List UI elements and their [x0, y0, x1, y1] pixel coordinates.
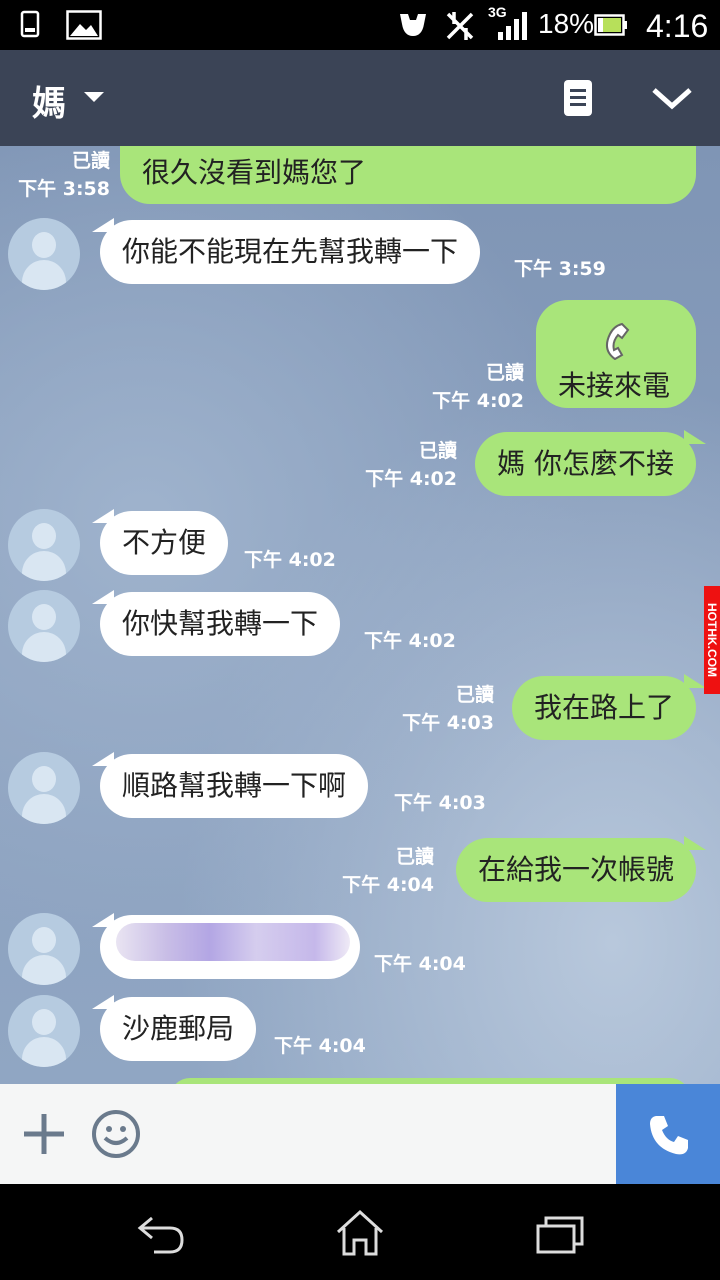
message-in: 不方便 下午 4:02 — [0, 509, 720, 585]
signal-icon — [498, 12, 527, 40]
message-out: 未接來電 已讀 下午 4:02 — [0, 300, 720, 414]
message-time: 下午 4:02 — [432, 390, 524, 412]
back-icon[interactable] — [130, 1208, 190, 1256]
message-out: 很久沒看到媽您了 已讀 下午 3:58 — [0, 146, 720, 216]
collapse-chevron-icon[interactable] — [646, 72, 698, 124]
chevron-down-icon[interactable] — [84, 92, 104, 102]
chat-area[interactable]: 很久沒看到媽您了 已讀 下午 3:58 你能不能現在先幫我轉一下 下午 3:59… — [0, 146, 720, 1084]
message-bubble[interactable]: 媽 你怎麼不接 — [475, 430, 706, 496]
read-receipt: 已讀 — [418, 440, 457, 462]
message-bubble[interactable]: 沙鹿郵局 — [91, 995, 257, 1061]
message-time: 下午 4:02 — [244, 549, 336, 571]
chat-title[interactable]: 媽 — [32, 76, 66, 125]
alarm-icon — [400, 14, 426, 36]
status-bar: 3G 18% 4:16 — [0, 0, 720, 50]
message-time: 下午 4:03 — [394, 792, 486, 814]
message-bubble[interactable]: 在給我一次帳號 — [455, 836, 707, 902]
message-bubble[interactable]: 你能不能現在先幫我轉一下 — [91, 218, 481, 284]
emoji-icon[interactable] — [90, 1108, 142, 1160]
read-receipt: 已讀 — [395, 846, 434, 868]
no-data-icon — [446, 12, 474, 40]
phone-storage-icon — [20, 10, 40, 38]
message-in: 沙鹿郵局 下午 4:04 — [0, 995, 720, 1071]
message-in: 你快幫我轉一下 下午 4:02 — [0, 590, 720, 666]
message-time: 下午 4:03 — [402, 712, 494, 734]
message-bubble[interactable]: 順路幫我轉一下啊 — [91, 752, 369, 818]
message-time: 下午 4:04 — [342, 874, 434, 896]
message-bubble[interactable]: 很久沒看到媽您了 — [120, 146, 696, 204]
call-button[interactable] — [616, 1084, 720, 1184]
message-out: 我在路上了 已讀 下午 4:03 — [0, 674, 720, 744]
message-time: 下午 4:04 — [274, 1035, 366, 1057]
avatar[interactable] — [8, 218, 80, 290]
avatar[interactable] — [8, 913, 80, 985]
message-text: 未接來電 — [558, 369, 671, 402]
clock: 4:16 — [646, 8, 709, 44]
chat-header: 媽 — [0, 50, 720, 146]
missed-call-bubble[interactable]: 未接來電 — [536, 300, 696, 408]
message-time: 下午 4:02 — [365, 468, 457, 490]
input-bar — [0, 1084, 720, 1184]
redaction-blur — [116, 923, 350, 961]
phone-icon — [650, 1116, 688, 1155]
battery-icon — [594, 14, 627, 36]
avatar[interactable] — [8, 509, 80, 581]
recent-apps-icon[interactable] — [530, 1208, 590, 1256]
watermark-badge: HOTHK.COM — [704, 586, 720, 694]
read-receipt: 已讀 — [455, 684, 494, 706]
message-in: 下午 4:04 — [0, 913, 720, 989]
message-bubble[interactable]: 我在路上了 — [511, 674, 707, 740]
image-icon — [66, 10, 102, 40]
message-text: 很久沒看到媽您了 — [142, 156, 367, 189]
message-bubble[interactable]: 不方便 — [91, 509, 229, 575]
read-receipt: 已讀 — [485, 362, 524, 384]
system-nav-bar — [0, 1184, 720, 1280]
avatar[interactable] — [8, 995, 80, 1067]
home-icon[interactable] — [330, 1208, 390, 1256]
plus-icon[interactable] — [20, 1110, 68, 1158]
message-out: 媽 你怎麼不接 已讀 下午 4:02 — [0, 430, 720, 500]
message-out: 在給我一次帳號 已讀 下午 4:04 — [0, 836, 720, 906]
message-in: 你能不能現在先幫我轉一下 下午 3:59 — [0, 218, 720, 294]
message-time: 下午 4:02 — [364, 630, 456, 652]
message-bubble[interactable]: 你快幫我轉一下 — [91, 590, 341, 656]
message-time: 下午 3:58 — [18, 178, 110, 200]
message-time: 下午 3:59 — [514, 258, 606, 280]
avatar[interactable] — [8, 752, 80, 824]
message-time: 下午 4:04 — [374, 953, 466, 975]
notes-icon[interactable] — [552, 72, 604, 124]
message-in: 順路幫我轉一下啊 下午 4:03 — [0, 752, 720, 828]
phone-icon — [605, 322, 630, 360]
battery-percent: 18% — [538, 8, 595, 39]
avatar[interactable] — [8, 590, 80, 662]
read-receipt: 已讀 — [71, 150, 110, 172]
